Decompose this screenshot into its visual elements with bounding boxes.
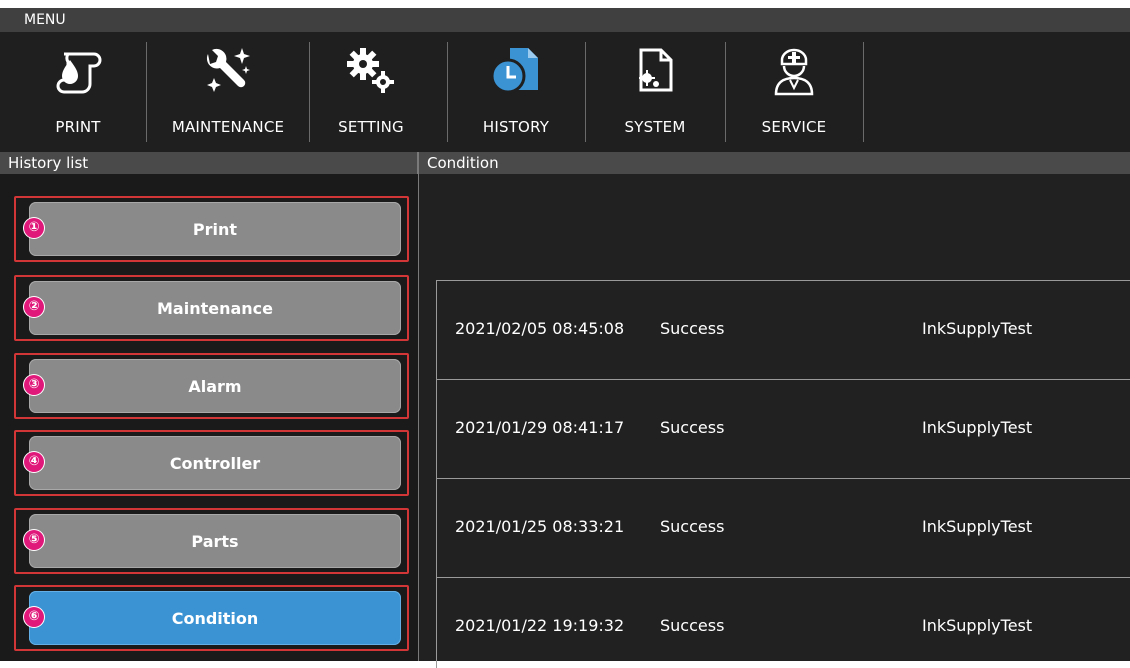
print-icon <box>56 52 102 94</box>
row-date: 2021/01/22 19:19:32 <box>455 616 625 635</box>
condition-panel: 2021/02/05 08:45:08 Success InkSupplyTes… <box>419 174 1130 668</box>
toolbar-history-button[interactable]: HISTORY <box>456 32 576 152</box>
history-condition-button[interactable]: Condition <box>29 591 401 645</box>
marker-badge: ④ <box>24 452 44 472</box>
condition-title: Condition <box>427 154 499 172</box>
row-name: InkSupplyTest <box>922 517 1033 536</box>
toolbar-label: MAINTENANCE <box>171 118 285 136</box>
toolbar-setting-button[interactable]: SETTING <box>318 32 424 152</box>
table-row[interactable]: 2021/01/25 08:33:21 Success InkSupplyTes… <box>437 479 1130 578</box>
button-label: Parts <box>191 531 239 551</box>
row-name: InkSupplyTest <box>922 616 1033 635</box>
system-icon <box>639 48 673 92</box>
toolbar-label: SYSTEM <box>624 118 686 136</box>
row-name: InkSupplyTest <box>922 418 1033 437</box>
toolbar-service-button[interactable]: SERVICE <box>734 32 854 152</box>
toolbar-separator <box>146 42 147 142</box>
row-date: 2021/01/25 08:33:21 <box>455 517 625 536</box>
history-alarm-button[interactable]: Alarm <box>29 359 401 413</box>
row-result: Success <box>660 319 725 338</box>
toolbar-label: HISTORY <box>482 118 550 136</box>
button-label: Print <box>192 219 238 239</box>
history-maintenance-button[interactable]: Maintenance <box>29 281 401 335</box>
toolbar-separator <box>725 42 726 142</box>
row-result: Success <box>660 517 725 536</box>
toolbar-separator <box>447 42 448 142</box>
service-icon <box>774 48 814 96</box>
history-item-maintenance: Maintenance ② <box>14 275 409 341</box>
app-window: MENU PRINT MAINTENANCE SETTING HISTORY S… <box>0 8 1130 668</box>
history-item-controller: Controller ④ <box>14 430 409 496</box>
history-parts-button[interactable]: Parts <box>29 514 401 568</box>
history-list-panel: Print ① Maintenance ② Alarm ③ Controller… <box>0 174 418 661</box>
history-list-title: History list <box>8 154 89 172</box>
marker-badge: ⑥ <box>24 607 44 627</box>
toolbar-label: SERVICE <box>761 118 827 136</box>
table-row[interactable]: 2021/01/22 19:19:32 Success InkSupplyTes… <box>437 578 1130 668</box>
toolbar-separator <box>309 42 310 142</box>
row-date: 2021/01/29 08:41:17 <box>455 418 625 437</box>
toolbar-label: PRINT <box>55 118 101 136</box>
button-label: Controller <box>169 453 261 473</box>
marker-badge: ② <box>24 297 44 317</box>
marker-badge: ⑤ <box>24 530 44 550</box>
toolbar-label: SETTING <box>338 118 404 136</box>
history-controller-button[interactable]: Controller <box>29 436 401 490</box>
button-label: Maintenance <box>156 298 273 318</box>
button-label: Condition <box>171 608 259 628</box>
condition-header: Condition <box>419 152 1130 174</box>
menu-title: MENU <box>24 12 66 28</box>
row-name: InkSupplyTest <box>922 319 1033 338</box>
table-row[interactable]: 2021/01/29 08:41:17 Success InkSupplyTes… <box>437 380 1130 479</box>
toolbar-separator <box>585 42 586 142</box>
button-label: Alarm <box>188 376 242 396</box>
toolbar-system-button[interactable]: SYSTEM <box>594 32 716 152</box>
history-item-alarm: Alarm ③ <box>14 353 409 419</box>
history-item-condition: Condition ⑥ <box>14 585 409 651</box>
history-icon <box>490 48 538 94</box>
marker-badge: ③ <box>24 375 44 395</box>
toolbar-print-button[interactable]: PRINT <box>28 32 128 152</box>
toolbar: PRINT MAINTENANCE SETTING HISTORY SYSTEM… <box>0 32 1130 152</box>
row-result: Success <box>660 418 725 437</box>
table-row[interactable]: 2021/02/05 08:45:08 Success InkSupplyTes… <box>437 281 1130 380</box>
history-list-header: History list <box>0 152 417 174</box>
history-item-parts: Parts ⑤ <box>14 508 409 574</box>
condition-table: 2021/02/05 08:45:08 Success InkSupplyTes… <box>436 280 1130 668</box>
history-item-print: Print ① <box>14 196 409 262</box>
menu-bar: MENU <box>0 8 1130 32</box>
setting-icon <box>347 48 394 93</box>
row-date: 2021/02/05 08:45:08 <box>455 319 625 338</box>
marker-badge: ① <box>24 218 44 238</box>
row-result: Success <box>660 616 725 635</box>
toolbar-maintenance-button[interactable]: MAINTENANCE <box>156 32 300 152</box>
toolbar-separator <box>863 42 864 142</box>
history-print-button[interactable]: Print <box>29 202 401 256</box>
maintenance-icon <box>206 48 250 92</box>
